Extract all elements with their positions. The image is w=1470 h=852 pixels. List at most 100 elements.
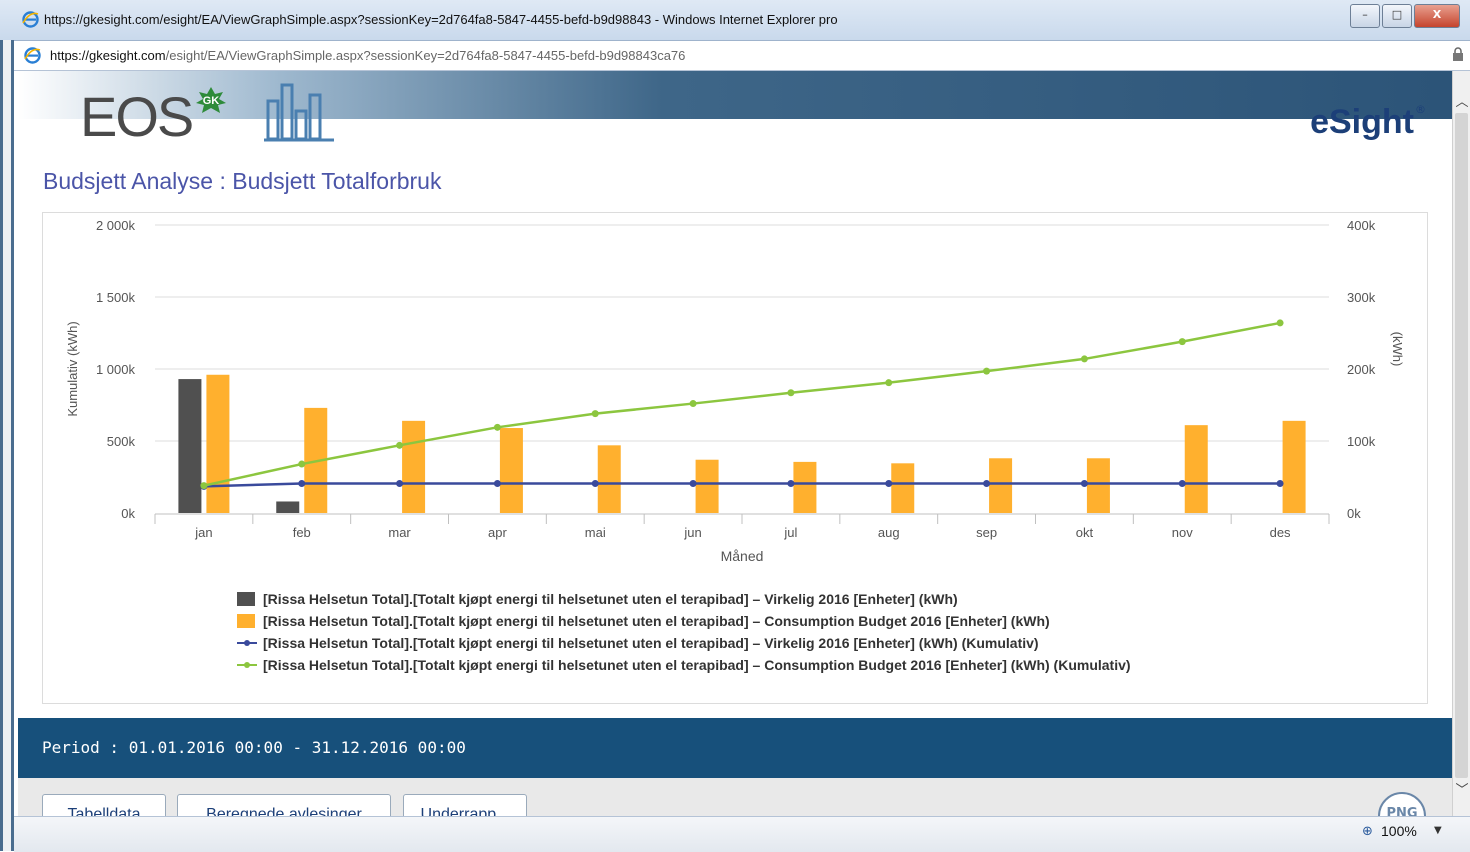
actual-cumulative-point [787, 479, 795, 487]
internet-explorer-icon [22, 11, 39, 28]
y-right-tick-label: 200k [1347, 362, 1376, 377]
minimize-button[interactable]: – [1350, 4, 1380, 28]
status-bar: ⊕ 100% ▼ [14, 816, 1470, 852]
y-right-axis-label: (kWh) [1390, 332, 1405, 367]
actual-bar [178, 379, 202, 513]
action-bar: Tabelldata Beregnede avlesinger Underrap… [18, 778, 1452, 816]
zoom-icon[interactable]: ⊕ [1362, 824, 1373, 839]
green-line-marker-icon [237, 658, 257, 672]
esight-logo: eSight [1310, 103, 1414, 141]
address-bar[interactable]: https://gkesight.com/esight/EA/ViewGraph… [14, 41, 1470, 71]
x-tick-label: okt [1076, 525, 1094, 540]
budget-bar [206, 374, 230, 513]
png-export-button[interactable]: PNG [1378, 792, 1426, 816]
y-left-tick-label: 2 000k [96, 218, 136, 233]
actual-cumulative-line [203, 482, 1281, 488]
budget-cumulative-point [396, 441, 404, 449]
zoom-dropdown-icon[interactable]: ▼ [1434, 825, 1442, 836]
budget-cumulative-point [787, 389, 795, 397]
actual-cumulative-point [493, 479, 501, 487]
y-left-tick-label: 1 500k [96, 290, 136, 305]
budget-cumulative-point [885, 379, 893, 387]
window-left-edge [0, 40, 14, 851]
scroll-down-icon[interactable]: ﹀ [1453, 779, 1470, 799]
x-tick-label: jul [783, 525, 797, 540]
budget-bar [1282, 420, 1306, 513]
x-tick-label: des [1270, 525, 1291, 540]
lock-icon[interactable] [1452, 47, 1464, 61]
actual-cumulative-point [885, 479, 893, 487]
x-tick-label: jun [683, 525, 701, 540]
scroll-up-icon[interactable]: ︿ [1453, 91, 1470, 111]
budget-cumulative-point [689, 400, 697, 408]
scrollbar-thumb[interactable] [1455, 113, 1468, 778]
chart-legend: [Rissa Helsetun Total].[Totalt kjøpt ene… [237, 591, 1131, 679]
address-url[interactable]: https://gkesight.com/esight/EA/ViewGraph… [50, 48, 685, 63]
y-right-tick-label: 100k [1347, 434, 1376, 449]
chart-container: 0k 500k 1 000k 1 500k 2 000k 0k 100k 200k 300k 40… [42, 212, 1428, 704]
budget-cumulative-point [493, 423, 501, 431]
legend-label: [Rissa Helsetun Total].[Totalt kjøpt ene… [263, 657, 1131, 673]
bar-chart-logo-icon [264, 83, 334, 142]
actual-bar [276, 501, 300, 513]
budget-bar [1184, 425, 1208, 513]
period-text: Period : 01.01.2016 00:00 - 31.12.2016 0… [42, 738, 466, 757]
legend-item-actual-cumulative[interactable]: [Rissa Helsetun Total].[Totalt kjøpt ene… [237, 635, 1131, 657]
budget-cumulative-point [591, 410, 599, 418]
x-tick-label: aug [878, 525, 900, 540]
budget-cumulative-point [1080, 355, 1088, 363]
address-path: /esight/EA/ViewGraphSimple.aspx?sessionK… [165, 48, 686, 63]
budget-bar [793, 461, 817, 513]
header-banner [18, 71, 1452, 119]
eos-logo: EOS [80, 85, 194, 148]
budget-cumulative-line [203, 321, 1281, 487]
internet-explorer-icon [24, 47, 41, 64]
y-right-tick-label: 0k [1347, 506, 1361, 521]
beregnede-avlesinger-button[interactable]: Beregnede avlesinger [177, 794, 391, 816]
close-button[interactable]: X [1414, 4, 1460, 28]
legend-item-budget-bar[interactable]: [Rissa Helsetun Total].[Totalt kjøpt ene… [237, 613, 1131, 635]
y-left-tick-label: 0k [121, 506, 135, 521]
gk-badge-text: GK [203, 95, 220, 107]
x-tick-label: apr [488, 525, 507, 540]
blue-line-marker-icon [237, 636, 257, 650]
budget-bar [891, 463, 915, 513]
y-right-tick-label: 300k [1347, 290, 1376, 305]
x-tick-label: nov [1172, 525, 1193, 540]
gk-badge-icon: GK [196, 87, 226, 113]
actual-cumulative-point [591, 479, 599, 487]
y-left-tick-label: 500k [107, 434, 136, 449]
registered-mark: ® [1415, 103, 1426, 116]
y-left-tick-label: 1 000k [96, 362, 136, 377]
tabelldata-button[interactable]: Tabelldata [42, 794, 166, 816]
dark-square-icon [237, 592, 257, 606]
maximize-button[interactable]: □ [1382, 4, 1412, 28]
period-band: Period : 01.01.2016 00:00 - 31.12.2016 0… [18, 718, 1452, 778]
budget-cumulative-point [1178, 338, 1186, 346]
legend-item-budget-cumulative[interactable]: [Rissa Helsetun Total].[Totalt kjøpt ene… [237, 657, 1131, 679]
budget-bar [695, 459, 719, 513]
legend-label: [Rissa Helsetun Total].[Totalt kjøpt ene… [263, 635, 1039, 651]
x-tick-label: sep [976, 525, 997, 540]
legend-label: [Rissa Helsetun Total].[Totalt kjøpt ene… [263, 591, 958, 607]
actual-cumulative-point [1080, 479, 1088, 487]
budget-cumulative-point [1276, 319, 1284, 327]
page-content: EOS GK eSight ® Budsjett Analyse : Budsj… [18, 71, 1452, 816]
budget-bar [597, 445, 621, 513]
orange-square-icon [237, 614, 257, 628]
budget-cumulative-point [298, 460, 306, 468]
underrapport-button[interactable]: Underrapp... [403, 794, 527, 816]
x-axis-label: Måned [721, 548, 764, 564]
zoom-level[interactable]: 100% [1381, 823, 1417, 839]
window-titlebar: https://gkesight.com/esight/EA/ViewGraph… [0, 0, 1470, 41]
legend-item-actual-bar[interactable]: [Rissa Helsetun Total].[Totalt kjøpt ene… [237, 591, 1131, 613]
vertical-scrollbar[interactable]: ︿ ﹀ [1452, 71, 1470, 816]
x-tick-label: feb [293, 525, 311, 540]
legend-label: [Rissa Helsetun Total].[Totalt kjøpt ene… [263, 613, 1050, 629]
budget-bar [989, 458, 1013, 513]
actual-cumulative-point [396, 479, 404, 487]
budget-bar [499, 428, 523, 513]
budget-cumulative-point [983, 367, 991, 375]
y-left-axis-label: Kumulativ (kWh) [65, 321, 80, 416]
address-host: https://gkesight.com [50, 48, 166, 63]
